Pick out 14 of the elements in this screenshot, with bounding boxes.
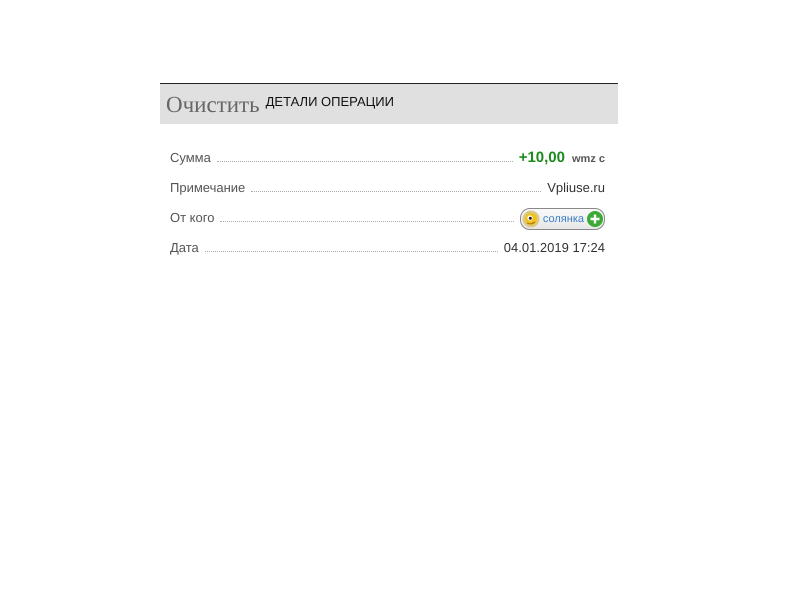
- clear-link[interactable]: Очистить: [166, 92, 260, 118]
- field-label: Дата: [170, 240, 199, 255]
- field-label: Примечание: [170, 180, 246, 195]
- avatar-icon: [522, 210, 540, 228]
- panel-title: ДЕТАЛИ ОПЕРАЦИИ: [266, 94, 394, 108]
- currency-label: wmz c: [572, 153, 605, 165]
- user-badge[interactable]: солянка: [520, 208, 605, 230]
- user-name: солянка: [542, 213, 584, 225]
- field-label: Сумма: [170, 150, 211, 165]
- field-value: Vpliuse.ru: [547, 180, 605, 195]
- add-icon[interactable]: [587, 211, 603, 227]
- amount-value: +10,00: [518, 149, 565, 166]
- field-label: От кого: [170, 210, 214, 225]
- field-value: 04.01.2019 17:24: [504, 240, 605, 255]
